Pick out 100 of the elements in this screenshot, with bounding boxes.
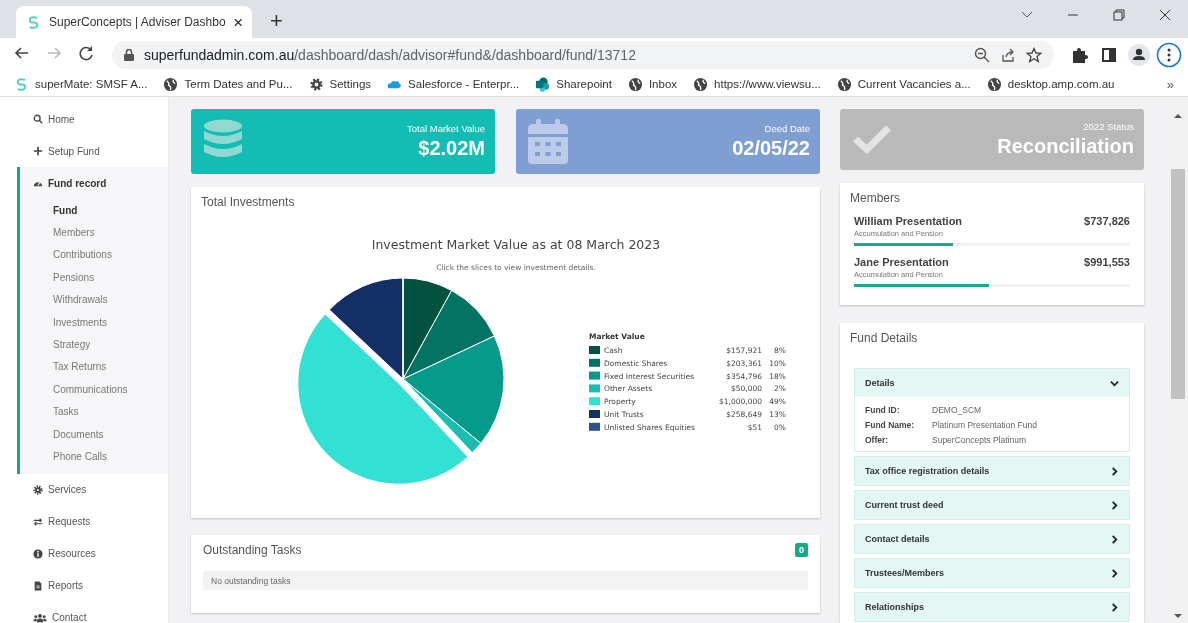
scrollbar-thumb[interactable]: [1171, 169, 1185, 399]
bookmark[interactable]: Settings: [308, 76, 372, 92]
sidebar-subitem[interactable]: Strategy: [20, 333, 168, 356]
field-value: Platinum Presentation Fund: [932, 420, 1038, 430]
sidebar-subitem[interactable]: Tax Returns: [20, 355, 168, 379]
sidebar-item[interactable]: Home: [0, 103, 168, 135]
empty-message: No outstanding tasks: [203, 571, 808, 590]
sidebar-item[interactable]: Reports: [0, 569, 168, 602]
scrollbar[interactable]: [1168, 109, 1188, 623]
info-icon: [33, 548, 43, 559]
bookmarks-overflow[interactable]: »: [1166, 76, 1174, 92]
accordion-header[interactable]: Current trust deed: [855, 491, 1129, 519]
star-icon[interactable]: [1026, 47, 1042, 63]
users-icon: [33, 612, 47, 623]
field-value: DEMO_SCM: [932, 405, 983, 415]
s-logo-icon: [14, 76, 29, 92]
bookmark[interactable]: Salesforce - Enterpr...: [387, 76, 520, 92]
sidebar-subitem[interactable]: Contributions: [20, 243, 168, 267]
member-name[interactable]: Jane Presentation: [854, 255, 949, 268]
pie-slice[interactable]: [402, 290, 495, 380]
sidebar-item[interactable]: Fund record: [20, 167, 168, 199]
bookmark[interactable]: Inbox: [627, 76, 678, 92]
globe-icon: [163, 76, 179, 92]
field-label: Fund Name:: [865, 420, 916, 430]
sidebar-item[interactable]: Resources: [0, 537, 168, 570]
s-logo-icon: [26, 14, 41, 30]
pie-slice[interactable]: [402, 335, 505, 444]
bookmark[interactable]: desktop.amp.com.au: [986, 76, 1115, 92]
chevron-right-icon: [1110, 466, 1119, 476]
sidebar-subitem[interactable]: Documents: [20, 422, 168, 446]
sidebar-item[interactable]: Requests: [0, 505, 168, 538]
stat-value: 02/05/22: [732, 137, 810, 160]
chart-title: Investment Market Value as at 08 March 2023: [371, 237, 661, 252]
share-icon[interactable]: [1000, 47, 1016, 63]
url-text: superfundadmin.com.au/dashboard/dash/advisor#fund&/dashboard/fund/13712: [144, 47, 636, 63]
field-label: Fund ID:: [865, 405, 901, 415]
count-badge: 0: [795, 543, 808, 557]
bookmark[interactable]: Term Dates and Pu...: [163, 76, 293, 92]
chevron-right-icon: [1110, 568, 1119, 578]
browser-tab[interactable]: SuperConcepts | Adviser Dashbo: [16, 6, 252, 38]
bookmark[interactable]: superMate: SMSF A...: [14, 76, 148, 92]
field-value: SuperConcepts Platinum: [932, 435, 1028, 445]
new-tab-button[interactable]: +: [266, 8, 287, 34]
accordion-header[interactable]: Tax office registration details: [855, 457, 1129, 485]
stat-value: Reconciliation: [997, 134, 1134, 158]
settings-icon: [308, 76, 324, 92]
sidebar-subitem[interactable]: Tasks: [20, 400, 168, 423]
pie-slice[interactable]: [297, 313, 469, 485]
sharepoint-icon: [535, 76, 551, 92]
bookmark[interactable]: Current Vacancies a...: [836, 76, 971, 92]
globe-icon: [986, 76, 1002, 92]
sidebar-subitem[interactable]: Withdrawals: [20, 288, 168, 311]
profile-icon[interactable]: [1126, 42, 1152, 68]
member-balance: $991,553: [1084, 255, 1130, 268]
stat-label: 2022 Status: [1083, 120, 1134, 132]
accordion-header[interactable]: Trustees/Members: [855, 559, 1129, 587]
scroll-up-icon[interactable]: [1173, 113, 1183, 119]
bookmark[interactable]: Sharepoint: [535, 76, 612, 92]
card-title: Fund Details: [850, 331, 919, 345]
sidebar-item[interactable]: Services: [0, 473, 168, 506]
member-balance: $737,826: [1084, 214, 1130, 227]
plus-icon: [33, 146, 43, 156]
exchange-icon: [33, 516, 43, 527]
calendar-icon: [528, 118, 568, 165]
chevron-down-icon: [1110, 378, 1119, 388]
sidebar-subitem[interactable]: Fund: [20, 199, 168, 222]
card-title: Outstanding Tasks: [203, 543, 302, 557]
card-title: Total Investments: [201, 195, 296, 209]
search-icon: [33, 114, 43, 124]
sidebar-subitem[interactable]: Pensions: [20, 266, 168, 289]
chevron-right-icon: [1110, 500, 1119, 510]
sidebar-item[interactable]: Setup Fund: [0, 135, 168, 167]
accordion-header[interactable]: Relationships: [855, 593, 1129, 621]
stat-label: Deed Date: [764, 123, 810, 134]
sidebar-subitem[interactable]: Members: [20, 221, 168, 244]
menu-icon[interactable]: [1156, 42, 1182, 68]
address-bar[interactable]: superfundadmin.com.au/dashboard/dash/advisor#fund&/dashboard/fund/13712: [112, 41, 1054, 69]
bookmark[interactable]: https://www.viewsu...: [693, 76, 821, 92]
globe-icon: [836, 76, 852, 92]
accordion-header[interactable]: Contact details: [855, 525, 1129, 553]
stat-label: Total Market Value: [407, 123, 485, 134]
file-icon: [33, 580, 43, 591]
sidebar-subitem[interactable]: Communications: [20, 378, 168, 401]
sidebar-item[interactable]: Contact: [0, 601, 168, 623]
sidebar-subitem[interactable]: Phone Calls: [20, 445, 168, 468]
chevron-right-icon: [1110, 534, 1119, 544]
field-label: Offer:: [865, 435, 890, 445]
stat-value: $2.02M: [418, 137, 485, 160]
globe-icon: [693, 76, 709, 92]
card-title: Members: [850, 190, 901, 205]
sidebar-subitem[interactable]: Investments: [20, 310, 168, 334]
pie-slice[interactable]: [328, 277, 404, 380]
close-icon[interactable]: [233, 17, 242, 27]
globe-icon: [627, 76, 643, 92]
accordion-header[interactable]: Details: [855, 369, 1129, 397]
chevron-right-icon: [1110, 602, 1119, 612]
member-name[interactable]: William Presentation: [854, 214, 963, 227]
scroll-down-icon[interactable]: [1173, 613, 1183, 619]
lock-icon: [124, 49, 134, 61]
zoom-out-icon[interactable]: [974, 47, 990, 63]
